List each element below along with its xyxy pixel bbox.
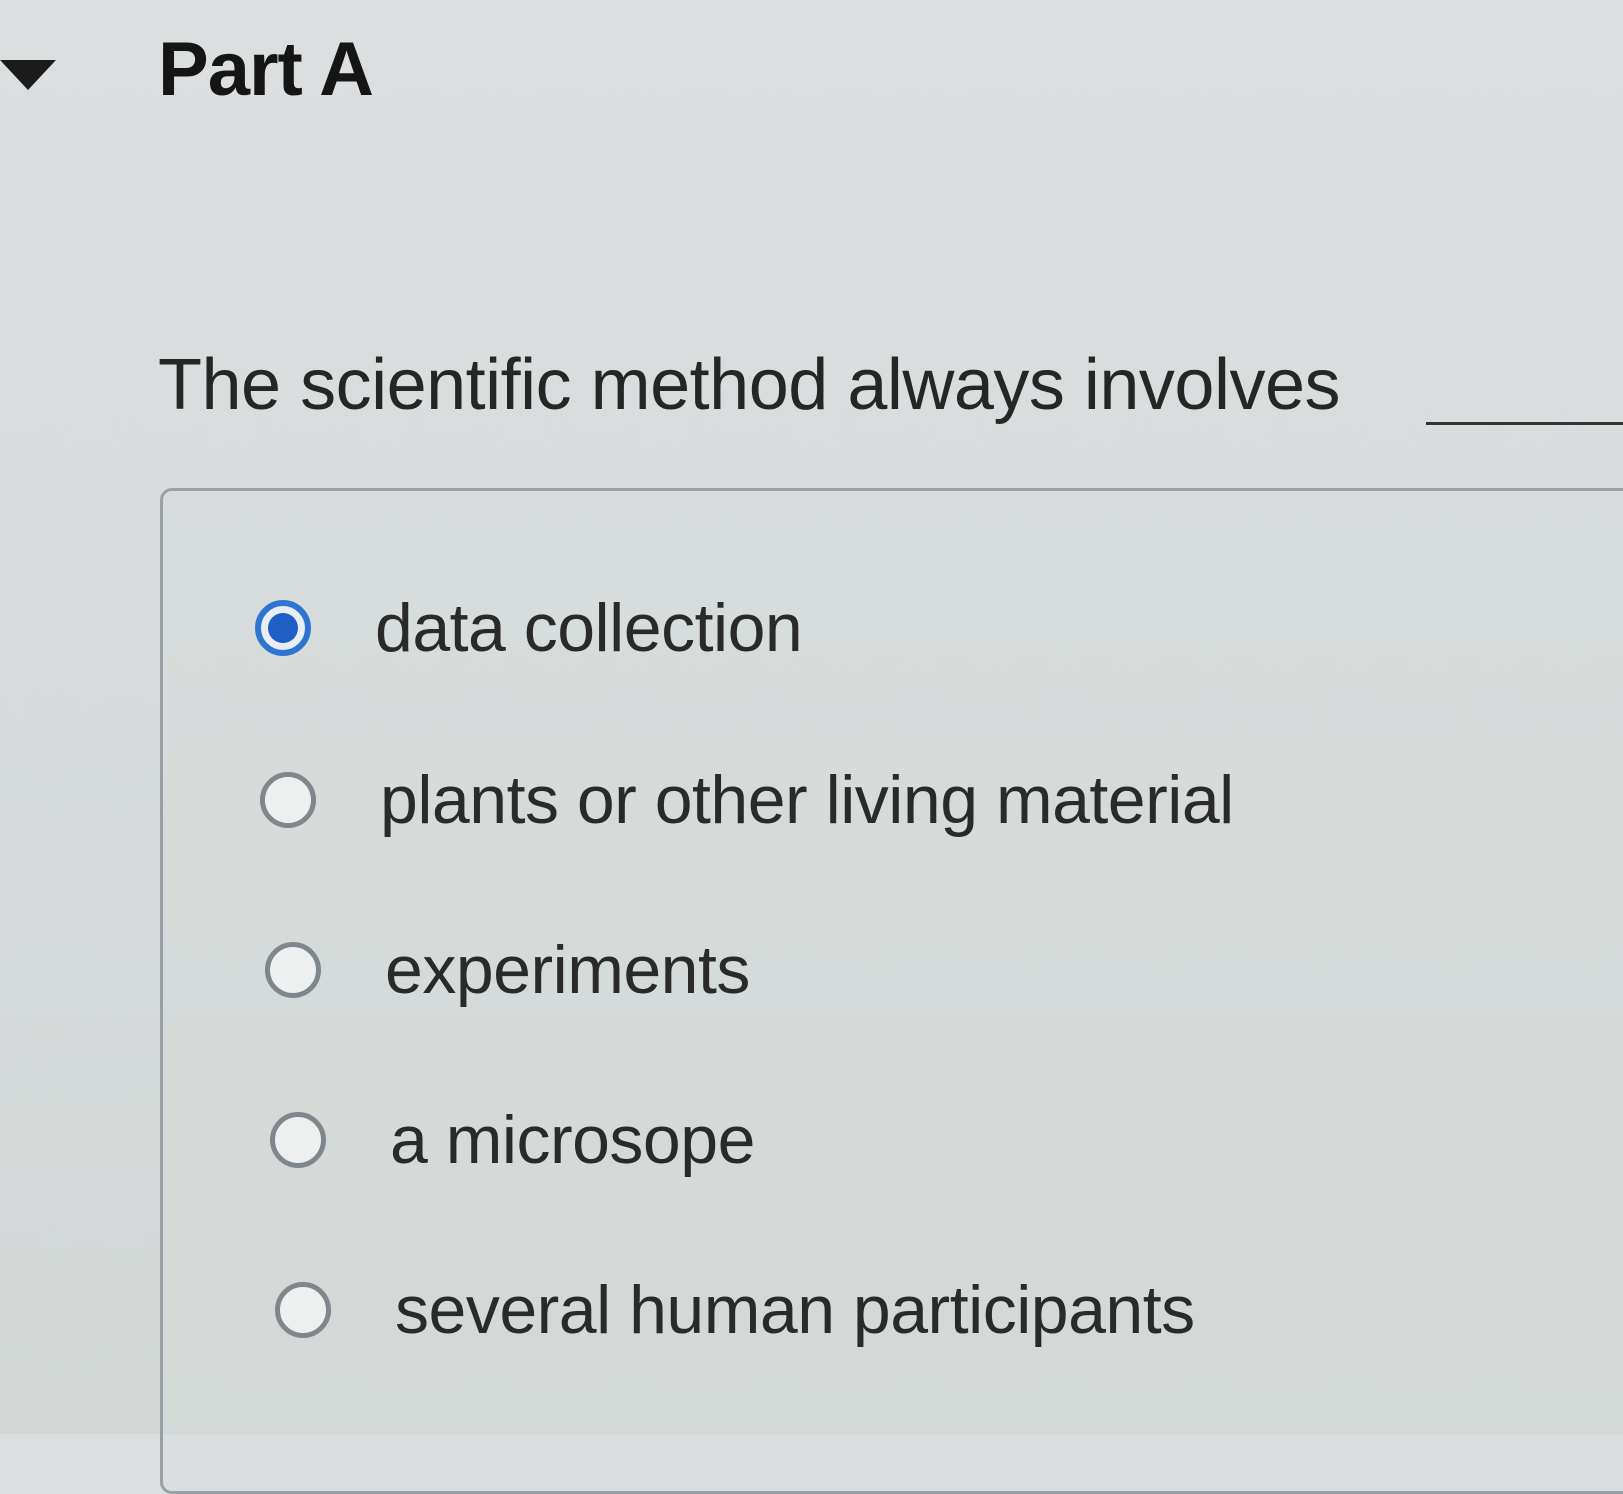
choice-data-collection[interactable]: data collection xyxy=(255,583,803,673)
choice-label: plants or other living material xyxy=(380,762,1234,838)
answer-choices-group: data collection plants or other living m… xyxy=(160,488,1623,1494)
collapse-caret-icon[interactable] xyxy=(0,60,56,90)
radio-selected-icon[interactable] xyxy=(255,600,311,656)
answer-blank xyxy=(1426,422,1623,425)
radio-unselected-icon[interactable] xyxy=(265,942,321,998)
question-text: The scientific method always involves xyxy=(158,345,1341,425)
choice-experiments[interactable]: experiments xyxy=(265,925,750,1015)
choice-several-human-participants[interactable]: several human participants xyxy=(275,1265,1195,1355)
choice-label: a microsope xyxy=(390,1102,755,1178)
choice-label: several human participants xyxy=(395,1272,1195,1348)
choice-label: experiments xyxy=(385,932,750,1008)
part-title: Part A xyxy=(158,27,374,112)
choice-label: data collection xyxy=(375,590,803,666)
radio-unselected-icon[interactable] xyxy=(275,1282,331,1338)
radio-unselected-icon[interactable] xyxy=(270,1112,326,1168)
choice-plants-or-other-living-material[interactable]: plants or other living material xyxy=(260,755,1234,845)
question-prompt: The scientific method always involves xyxy=(158,340,1623,430)
choice-a-microsope[interactable]: a microsope xyxy=(270,1095,755,1185)
radio-unselected-icon[interactable] xyxy=(260,772,316,828)
